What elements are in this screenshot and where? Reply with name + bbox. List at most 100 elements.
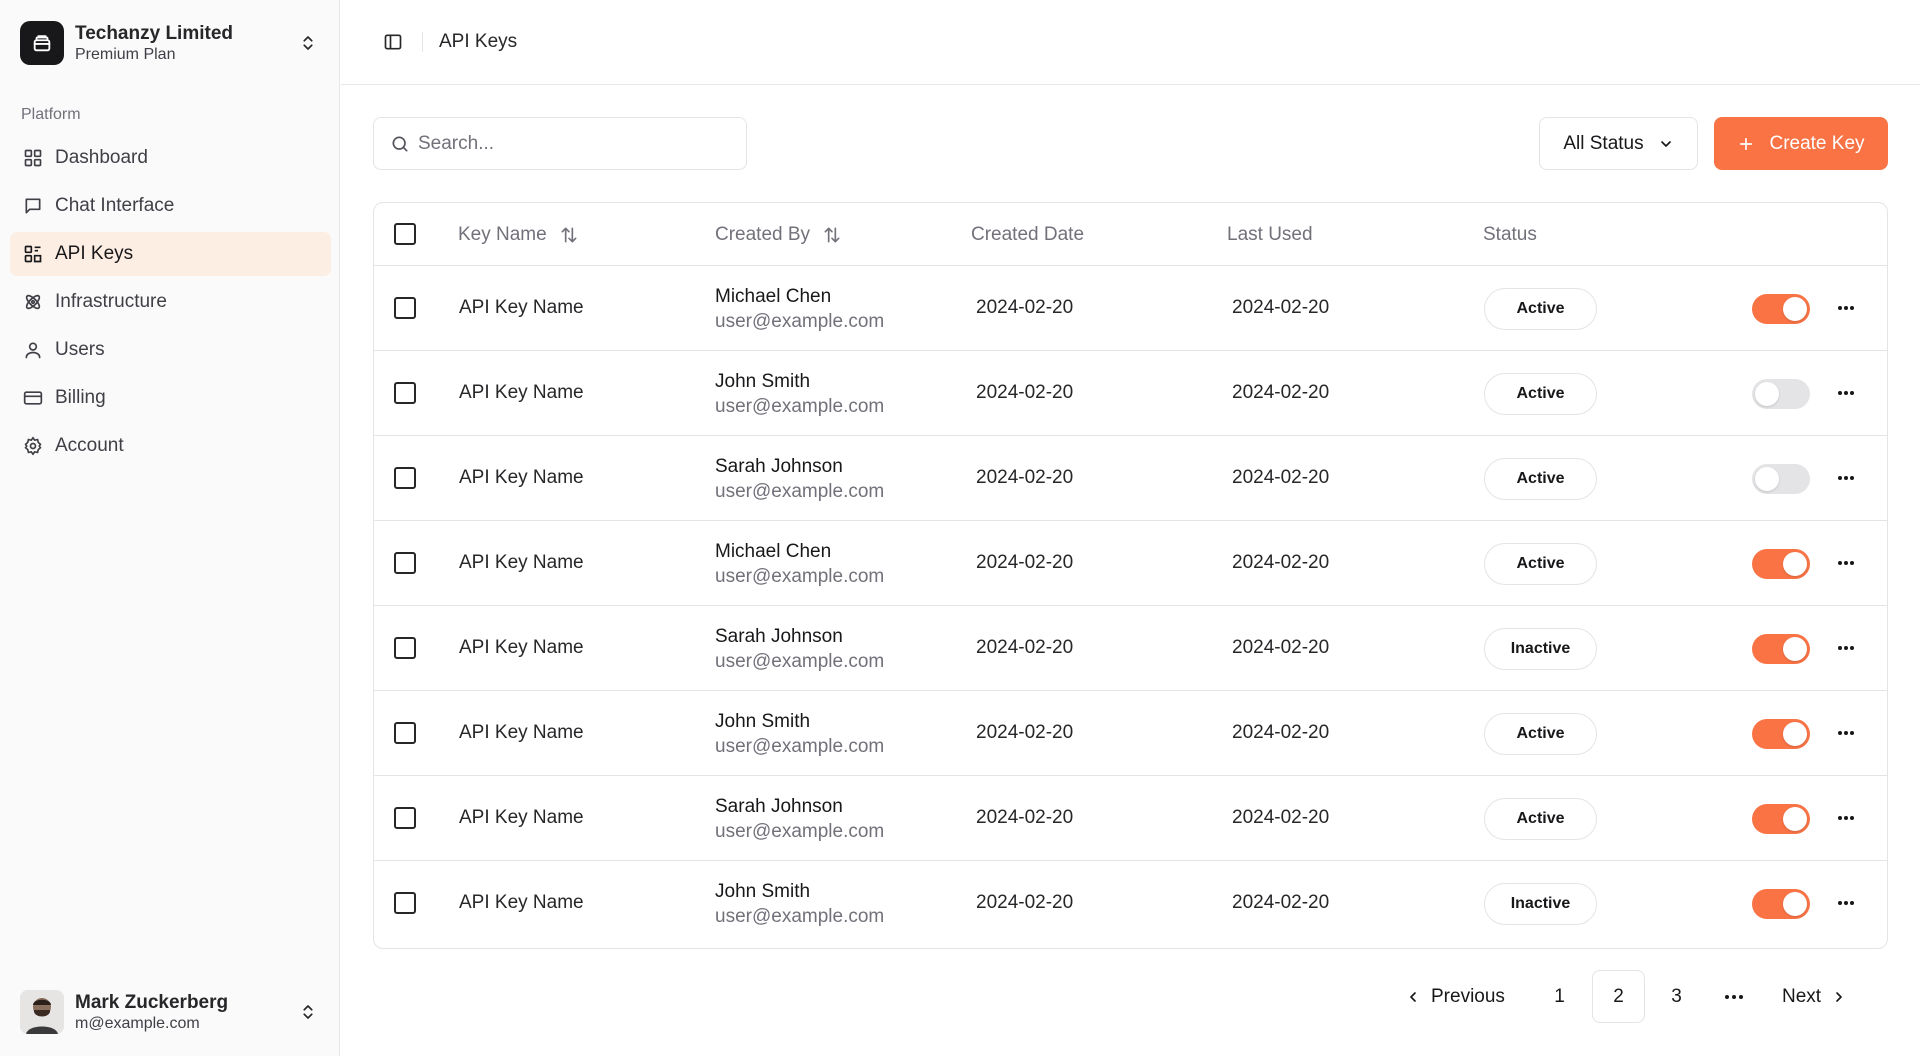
sidebar-item-label: Users xyxy=(55,339,105,360)
more-actions-icon[interactable] xyxy=(1834,808,1858,828)
creator-name: Sarah Johnson xyxy=(715,796,843,817)
more-actions-icon[interactable] xyxy=(1834,468,1858,488)
pagination-next[interactable]: Next xyxy=(1782,970,1852,1023)
user-menu[interactable]: Mark Zuckerberg m@example.com xyxy=(20,989,320,1035)
plus-icon xyxy=(1737,135,1755,153)
user-name: Mark Zuckerberg xyxy=(75,991,229,1013)
column-label: Status xyxy=(1483,223,1537,245)
creator-email: user@example.com xyxy=(715,736,885,757)
toggle-knob xyxy=(1783,637,1807,661)
select-all-checkbox[interactable] xyxy=(394,223,416,245)
row-checkbox[interactable] xyxy=(394,552,416,574)
enable-toggle[interactable] xyxy=(1752,634,1810,664)
sidebar-item-infrastructure[interactable]: Infrastructure xyxy=(10,280,331,324)
pagination-ellipsis-icon xyxy=(1707,970,1760,1023)
creator-email: user@example.com xyxy=(715,566,885,587)
create-key-button[interactable]: Create Key xyxy=(1714,117,1888,170)
last-used: 2024-02-20 xyxy=(1232,552,1330,573)
more-actions-icon[interactable] xyxy=(1834,383,1858,403)
table-row: API Key Name Sarah Johnson user@example.co… xyxy=(374,776,1887,861)
page-3[interactable]: 3 xyxy=(1650,970,1703,1023)
search-box[interactable] xyxy=(373,117,747,170)
table-row: API Key Name Michael Chen user@example.com… xyxy=(374,521,1887,606)
column-header-created-by[interactable]: Created By xyxy=(715,203,842,266)
enable-toggle[interactable] xyxy=(1752,719,1810,749)
last-used: 2024-02-20 xyxy=(1232,467,1330,488)
search-input[interactable] xyxy=(418,132,718,155)
sidebar-item-label: Dashboard xyxy=(55,147,148,168)
sort-icon xyxy=(822,225,842,245)
last-used: 2024-02-20 xyxy=(1232,892,1330,913)
row-checkbox[interactable] xyxy=(394,807,416,829)
status-badge: Active xyxy=(1484,543,1597,585)
last-used: 2024-02-20 xyxy=(1232,637,1330,658)
row-checkbox[interactable] xyxy=(394,382,416,404)
creator-name: John Smith xyxy=(715,881,811,902)
sidebar-item-api-keys[interactable]: API Keys xyxy=(10,232,331,276)
created-date: 2024-02-20 xyxy=(976,467,1074,488)
row-checkbox[interactable] xyxy=(394,297,416,319)
column-label: Key Name xyxy=(458,223,547,245)
sidebar-item-label: Chat Interface xyxy=(55,195,175,216)
status-badge: Inactive xyxy=(1484,628,1597,670)
user-email: m@example.com xyxy=(75,1014,200,1032)
sidebar-toggle-icon[interactable] xyxy=(380,29,406,55)
created-by: John Smith user@example.com xyxy=(715,709,884,759)
enable-toggle[interactable] xyxy=(1752,549,1810,579)
sidebar-item-chat-interface[interactable]: Chat Interface xyxy=(10,184,331,228)
key-name: API Key Name xyxy=(459,382,584,403)
created-by: John Smith user@example.com xyxy=(715,879,884,929)
org-switcher[interactable]: Techanzy Limited Premium Plan xyxy=(20,20,320,66)
enable-toggle[interactable] xyxy=(1752,464,1810,494)
sidebar-item-billing[interactable]: Billing xyxy=(10,376,331,420)
created-date: 2024-02-20 xyxy=(976,807,1074,828)
status-badge: Active xyxy=(1484,288,1597,330)
enable-toggle[interactable] xyxy=(1752,889,1810,919)
status-filter-label: All Status xyxy=(1563,132,1644,154)
enable-toggle[interactable] xyxy=(1752,379,1810,409)
creator-email: user@example.com xyxy=(715,396,885,417)
sidebar-item-account[interactable]: Account xyxy=(10,424,331,468)
toggle-knob xyxy=(1783,807,1807,831)
created-by: John Smith user@example.com xyxy=(715,369,884,419)
pagination-previous[interactable]: Previous xyxy=(1405,970,1510,1023)
api-keys-table: Key Name Created By Created Date Last Us… xyxy=(373,202,1888,949)
row-checkbox[interactable] xyxy=(394,467,416,489)
more-actions-icon[interactable] xyxy=(1834,553,1858,573)
status-badge: Inactive xyxy=(1484,883,1597,925)
more-actions-icon[interactable] xyxy=(1834,893,1858,913)
creator-name: John Smith xyxy=(715,711,811,732)
creator-email: user@example.com xyxy=(715,481,885,502)
column-header-last-used: Last Used xyxy=(1227,203,1313,266)
message-square-icon xyxy=(22,195,44,217)
page-2-current[interactable]: 2 xyxy=(1592,970,1645,1023)
more-actions-icon[interactable] xyxy=(1834,298,1858,318)
page-1[interactable]: 1 xyxy=(1533,970,1586,1023)
created-by: Michael Chen user@example.com xyxy=(715,284,884,334)
column-header-created-date: Created Date xyxy=(971,203,1084,266)
creator-name: Sarah Johnson xyxy=(715,626,843,647)
creator-email: user@example.com xyxy=(715,311,885,332)
enable-toggle[interactable] xyxy=(1752,804,1810,834)
row-checkbox[interactable] xyxy=(394,892,416,914)
sidebar-item-label: API Keys xyxy=(55,243,134,264)
enable-toggle[interactable] xyxy=(1752,294,1810,324)
status-filter-select[interactable]: All Status xyxy=(1539,117,1698,170)
status-badge: Active xyxy=(1484,458,1597,500)
more-actions-icon[interactable] xyxy=(1834,723,1858,743)
last-used: 2024-02-20 xyxy=(1232,807,1330,828)
row-checkbox[interactable] xyxy=(394,637,416,659)
creator-name: John Smith xyxy=(715,371,811,392)
row-checkbox[interactable] xyxy=(394,722,416,744)
credit-card-icon xyxy=(22,387,44,409)
creator-name: Michael Chen xyxy=(715,286,832,307)
toggle-knob xyxy=(1783,722,1807,746)
column-header-key-name[interactable]: Key Name xyxy=(458,203,579,266)
created-by: Sarah Johnson user@example.com xyxy=(715,794,884,844)
toggle-knob xyxy=(1755,467,1779,491)
table-row: API Key Name John Smith user@example.com 20… xyxy=(374,351,1887,436)
sidebar-item-dashboard[interactable]: Dashboard xyxy=(10,136,331,180)
sidebar-nav: Dashboard Chat Interface API Keys Infras… xyxy=(10,136,331,472)
more-actions-icon[interactable] xyxy=(1834,638,1858,658)
sidebar-item-users[interactable]: Users xyxy=(10,328,331,372)
